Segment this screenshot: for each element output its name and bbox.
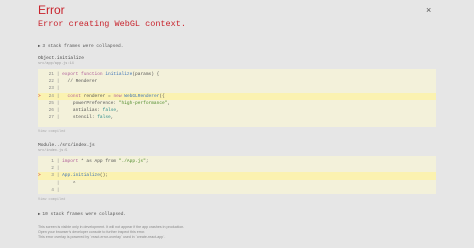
line-number: 25 — [48, 100, 54, 106]
code-token: , — [110, 115, 114, 121]
close-button[interactable]: × — [426, 5, 431, 15]
code-token: renderer = — [83, 93, 114, 99]
code-token: ; — [145, 159, 149, 164]
footer-note: This screen is visible only in developme… — [38, 225, 184, 240]
highlighted-code-line: >3 | App.initialize(); — [38, 172, 436, 180]
highlighted-code-line: >24 | const renderer = new WebGLRenderer… — [38, 92, 436, 100]
triangle-right-icon: ▶ — [38, 45, 41, 49]
error-title: Error — [38, 3, 65, 17]
gutter-separator: | — [54, 173, 63, 179]
code-token: false — [102, 107, 117, 113]
code-token: (params) { — [132, 72, 160, 77]
gutter-separator: | — [54, 107, 63, 113]
code-token: WebGLRenderer — [124, 93, 160, 99]
code-line: 2 | — [38, 165, 436, 172]
code-token: function — [81, 72, 106, 77]
code-token: new — [113, 93, 125, 99]
code-token: initialize — [105, 72, 133, 77]
code-snippet: 1 | import * as App from "./App.js"; 2 | … — [38, 156, 436, 194]
code-token: stencil: — [62, 115, 98, 121]
footer-line: This error overlay is powered by `react-… — [38, 235, 166, 239]
code-token: , — [116, 107, 119, 113]
code-line: 25 | powerPreference: "high-performance"… — [38, 100, 436, 107]
code-line: | ^ — [38, 180, 436, 187]
code-line: 26 | antialias: false, — [38, 107, 436, 114]
code-token: false — [97, 115, 111, 121]
gutter-separator: | — [54, 187, 63, 193]
line-number: 4 — [51, 187, 54, 193]
code-line: 23 | — [38, 85, 436, 92]
line-number: 27 — [48, 115, 54, 121]
gutter-separator: | — [54, 79, 63, 85]
line-number: 1 — [51, 159, 54, 164]
gutter-separator: | — [54, 93, 63, 99]
collapsed-frames-toggle-top[interactable]: ▶ 3 stack frames were collapsed. — [38, 43, 123, 49]
code-token: powerPreference: — [62, 100, 119, 106]
code-snippet: 21 | export function initialize(params) … — [38, 69, 436, 127]
code-line: 1 | import * as App from "./App.js"; — [38, 158, 436, 165]
code-line: 27 | stencil: false, — [38, 114, 436, 121]
line-number: 21 — [48, 72, 54, 77]
view-compiled-toggle[interactable]: View compiled — [38, 130, 65, 134]
stack-frame-file: src/index.js:5 — [38, 149, 68, 153]
gutter-separator: | — [54, 159, 63, 164]
code-token: ^ — [62, 180, 76, 186]
code-token: ({ — [159, 93, 165, 99]
line-number: 22 — [48, 79, 54, 85]
gutter-separator: | — [54, 180, 63, 186]
code-token: "high-performance" — [118, 100, 168, 106]
code-line: 4 | — [38, 187, 436, 194]
code-token: export — [62, 72, 82, 77]
code-token: import — [62, 159, 82, 164]
code-token: App.initialize — [62, 173, 100, 179]
line-number: 24 — [48, 93, 54, 99]
code-line: 22 | // Renderer — [38, 78, 436, 85]
code-token: "./App.js" — [118, 159, 146, 164]
stack-frame-file: src/app/app.js:14 — [38, 62, 74, 66]
stack-frame-name: Object.initialize — [38, 56, 84, 61]
gutter-separator: | — [54, 100, 63, 106]
code-line: 21 | export function initialize(params) … — [38, 71, 436, 78]
gutter-separator: | — [54, 86, 63, 92]
collapsed-frames-toggle-bottom[interactable]: ▶ 10 stack frames were collapsed. — [38, 211, 126, 217]
code-token: // Renderer — [62, 79, 98, 85]
code-token: , — [167, 100, 171, 106]
gutter-separator: | — [54, 115, 63, 121]
gutter-separator: | — [54, 166, 63, 172]
line-number: 2 — [51, 166, 54, 172]
stack-frame-name: Module../src/index.js — [38, 143, 95, 148]
line-number: 23 — [48, 86, 54, 92]
code-token: antialias: — [62, 107, 103, 113]
code-token: const — [62, 93, 84, 99]
error-overlay: Error × Error creating WebGL context. ▶ 3… — [0, 0, 474, 248]
line-number: 26 — [48, 107, 54, 113]
gutter-separator: | — [54, 72, 63, 77]
code-token: (); — [99, 173, 109, 179]
code-token: * as App from — [81, 159, 119, 164]
line-number: 3 — [51, 173, 54, 179]
error-message: Error creating WebGL context. — [38, 19, 186, 29]
view-compiled-toggle[interactable]: View compiled — [38, 198, 65, 202]
triangle-right-icon: ▶ — [38, 213, 41, 217]
